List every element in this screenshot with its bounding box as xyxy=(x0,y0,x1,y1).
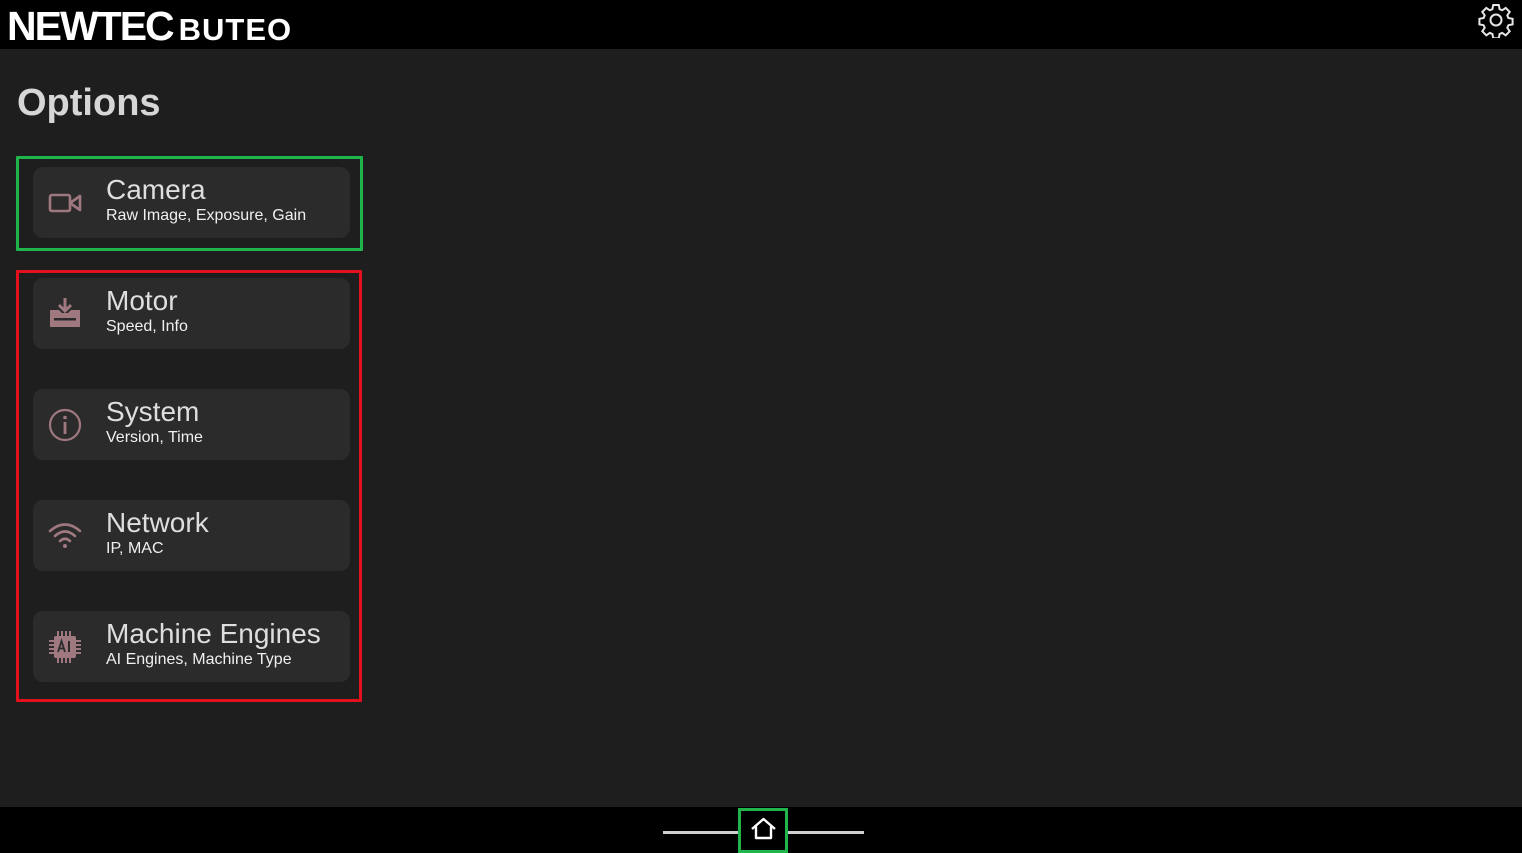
menu-item-system[interactable]: System Version, Time xyxy=(33,389,350,460)
menu-item-label: Machine Engines xyxy=(106,618,321,649)
menu-item-label: System xyxy=(106,396,200,427)
motor-icon xyxy=(47,296,83,332)
menu-item-machine-engines[interactable]: Machine Engines AI Engines, Machine Type xyxy=(33,611,350,682)
menu-item-subtitle: AI Engines, Machine Type xyxy=(106,651,292,668)
menu-item-label: Motor xyxy=(106,285,178,316)
nav-divider-left xyxy=(663,831,739,834)
menu-item-label: Camera xyxy=(106,174,206,205)
logo-brand: NEWTEC xyxy=(7,3,175,49)
app-logo: NEWTEC BUTEO xyxy=(7,3,293,49)
menu-item-camera[interactable]: Camera Raw Image, Exposure, Gain xyxy=(33,167,350,238)
home-icon xyxy=(751,817,776,840)
logo-product: BUTEO xyxy=(178,12,293,47)
menu-item-subtitle: Raw Image, Exposure, Gain xyxy=(106,207,307,224)
camera-icon xyxy=(47,185,83,221)
menu-item-network[interactable]: Network IP, MAC xyxy=(33,500,350,571)
menu-item-subtitle: Speed, Info xyxy=(106,318,188,335)
menu-item-subtitle: IP, MAC xyxy=(106,540,164,557)
page-title: Options xyxy=(17,82,161,124)
info-icon xyxy=(47,407,83,443)
menu-item-motor[interactable]: Motor Speed, Info xyxy=(33,278,350,349)
ai-chip-icon xyxy=(47,629,83,665)
menu-item-subtitle: Version, Time xyxy=(106,429,203,446)
home-button[interactable] xyxy=(738,808,788,853)
menu-item-label: Network xyxy=(106,507,209,538)
wifi-icon xyxy=(47,518,83,554)
gear-icon[interactable] xyxy=(1478,2,1514,40)
top-bar: NEWTEC BUTEO xyxy=(0,0,1522,49)
nav-divider-right xyxy=(787,831,864,834)
